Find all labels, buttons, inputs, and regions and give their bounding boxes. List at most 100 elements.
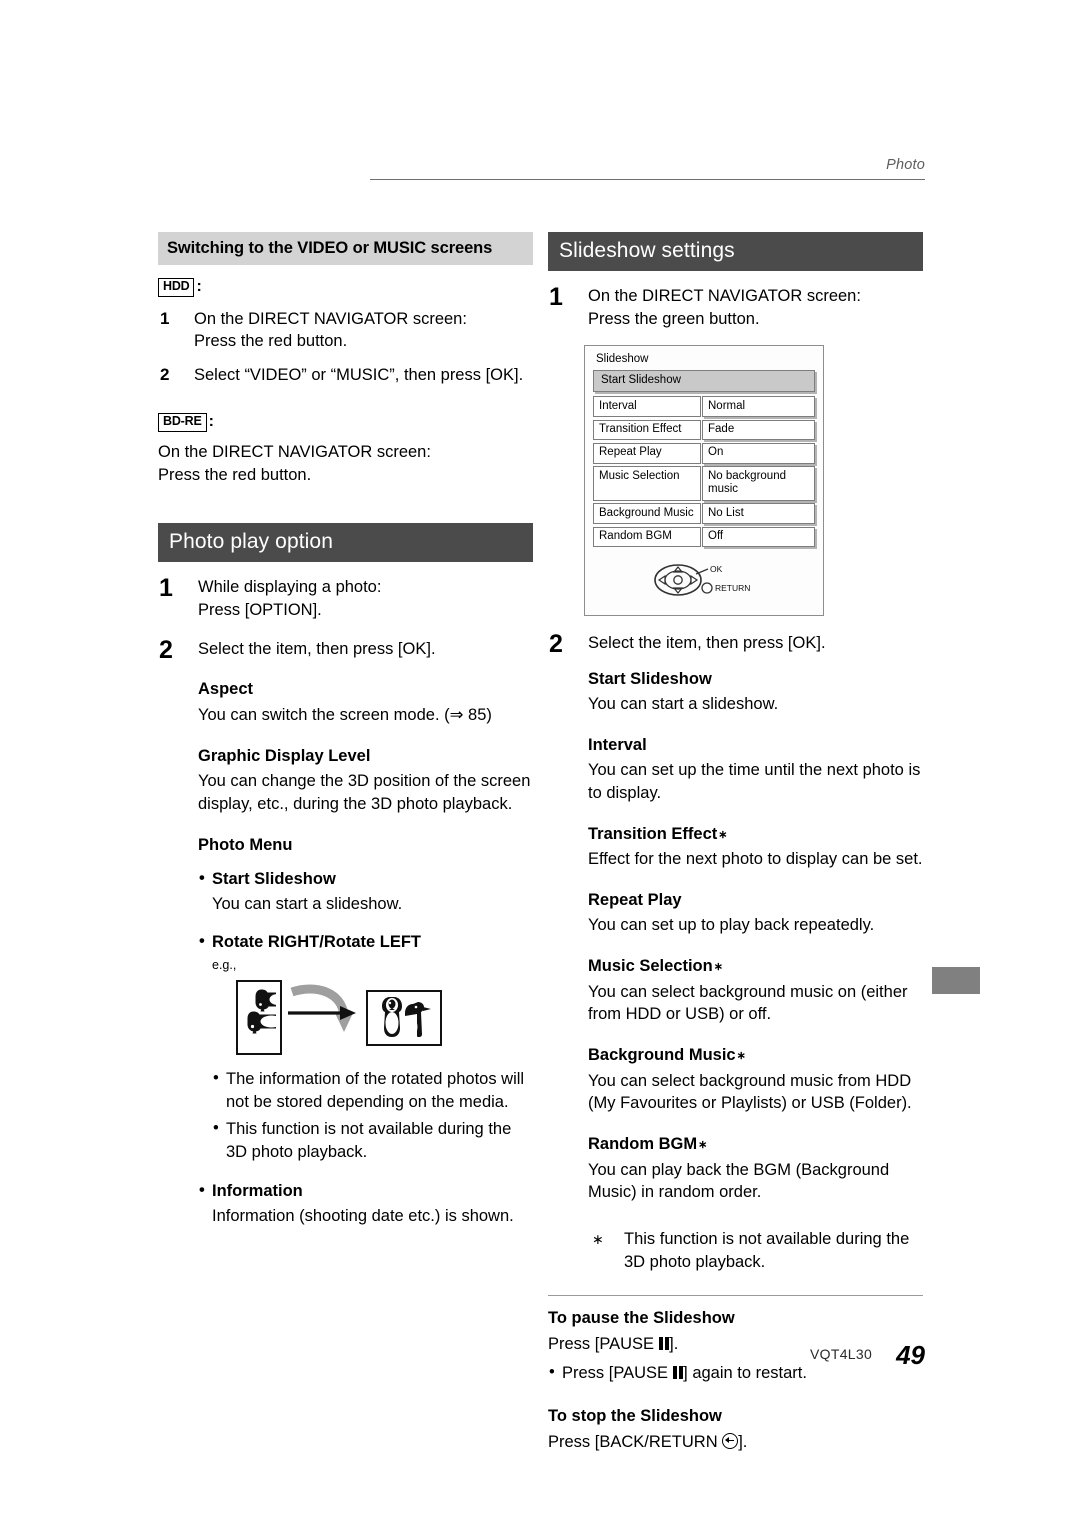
media-badge-hdd-line: HDD: xyxy=(158,277,533,297)
rotate-note-2: This function is not available during th… xyxy=(212,1117,533,1164)
osd-key: Random BGM xyxy=(593,526,701,548)
option-title-text: Interval xyxy=(588,735,647,754)
option-title-text: Music Selection xyxy=(588,957,713,976)
step-number: 2 xyxy=(159,635,173,664)
option-body-random-bgm: You can play back the BGM (Background Mu… xyxy=(588,1160,890,1202)
option-title-random-bgm: Random BGM∗ xyxy=(588,1134,923,1155)
slideshow-settings-osd: Slideshow Start Slideshow Interval Norma… xyxy=(584,344,824,616)
option-title-transition-effect: Transition Effect∗ xyxy=(588,824,923,845)
rotate-illustration xyxy=(236,980,533,1058)
stop-instruction: Press [BACK/RETURN ]. xyxy=(548,1431,923,1454)
rotate-arrow-icon xyxy=(288,984,356,1033)
photo-menu-bullet-rotate: Rotate RIGHT/Rotate LEFT e.g., xyxy=(198,930,533,1164)
asterisk-marker: ∗ xyxy=(718,828,728,841)
photo-before-rotation xyxy=(236,980,282,1056)
option-title-repeat-play: Repeat Play xyxy=(588,890,923,911)
penguin-rotated-icon xyxy=(247,989,280,1034)
step-slideshow-2: 2 Select the item, then press [OK]. xyxy=(548,630,923,658)
page-number: 49 xyxy=(896,1340,925,1370)
option-title-text: Random BGM xyxy=(588,1135,698,1154)
heading-pause-slideshow: To pause the Slideshow xyxy=(548,1308,735,1327)
footnote-text: This function is not available during th… xyxy=(624,1230,910,1271)
osd-value[interactable]: No List xyxy=(702,503,815,525)
bullet-body: You can start a slideshow. xyxy=(212,894,403,913)
osd-key: Music Selection xyxy=(593,466,701,501)
osd-row-transition-effect[interactable]: Transition Effect Fade xyxy=(593,419,815,441)
footnote: ∗ This function is not available during … xyxy=(588,1228,923,1274)
osd-row-random-bgm[interactable]: Random BGM Off xyxy=(593,526,815,548)
back-return-icon xyxy=(722,1433,739,1450)
step-photo-2: 2 Select the item, then press [OK]. xyxy=(158,636,533,664)
bdre-badge: BD-RE xyxy=(158,412,207,432)
step-number: 1 xyxy=(160,308,170,328)
step-photo-1: 1 While displaying a photo: Press [OPTIO… xyxy=(158,574,533,622)
step-text-line1: Select “VIDEO” or “MUSIC”, then press [O… xyxy=(194,366,524,385)
osd-row-background-music[interactable]: Background Music No List xyxy=(593,503,815,525)
photo-menu-bullet-information: Information Information (shooting date e… xyxy=(198,1179,533,1228)
asterisk-marker: ∗ xyxy=(713,961,723,974)
step-text-line2: Press the green button. xyxy=(588,309,760,328)
osd-value[interactable]: Fade xyxy=(702,419,815,441)
hdd-badge: HDD xyxy=(158,277,195,297)
bdre-badge-colon: : xyxy=(208,413,214,431)
step-text-line1: On the DIRECT NAVIGATOR screen: xyxy=(588,287,861,306)
bullet-title: Start Slideshow xyxy=(198,867,533,891)
osd-value[interactable]: No background music xyxy=(702,466,815,501)
left-column: Switching to the VIDEO or MUSIC screens … xyxy=(158,232,533,1228)
step-text-line2: Press [OPTION]. xyxy=(198,600,322,619)
option-title-music-selection: Music Selection∗ xyxy=(588,956,923,977)
option-body-interval: You can set up the time until the next p… xyxy=(588,761,921,803)
example-label: e.g., xyxy=(212,958,237,973)
document-code: VQT4L30 xyxy=(810,1346,873,1362)
step-number: 1 xyxy=(549,283,563,312)
osd-value[interactable]: Normal xyxy=(702,396,815,418)
step-text: Select the item, then press [OK]. xyxy=(588,633,826,652)
step-text-line1: On the DIRECT NAVIGATOR screen: xyxy=(194,309,467,328)
section-heading-slideshow-settings: Slideshow settings xyxy=(548,232,923,272)
photo-after-rotation xyxy=(366,990,442,1047)
osd-dpad-legend: OK RETURN xyxy=(593,550,815,607)
running-header-label: Photo xyxy=(886,157,925,173)
option-body-transition-effect: Effect for the next photo to display can… xyxy=(588,850,923,869)
option-body-repeat-play: You can set up to play back repeatedly. xyxy=(588,916,875,935)
penguin-upright-icon xyxy=(382,997,431,1038)
heading-stop-slideshow: To stop the Slideshow xyxy=(548,1406,722,1425)
option-body-aspect: You can switch the screen mode. (⇒ 85) xyxy=(198,705,492,724)
bullet-title: Rotate RIGHT/Rotate LEFT xyxy=(198,930,533,954)
photo-option-items: Aspect You can switch the screen mode. (… xyxy=(198,679,533,1228)
asterisk-marker: ∗ xyxy=(698,1139,708,1152)
stop-instruction-post: ]. xyxy=(738,1433,748,1452)
osd-item-start-slideshow[interactable]: Start Slideshow xyxy=(593,370,815,393)
media-badge-bdre-line: BD-RE: xyxy=(158,412,533,432)
step-number: 2 xyxy=(160,365,170,385)
rotate-note-1: The information of the rotated photos wi… xyxy=(212,1067,533,1114)
running-header: Photo xyxy=(370,156,925,180)
option-title-text: Repeat Play xyxy=(588,890,682,909)
option-title-background-music: Background Music∗ xyxy=(588,1045,923,1066)
right-column: Slideshow settings 1 On the DIRECT NAVIG… xyxy=(548,232,923,1454)
stop-instruction-pre: Press [BACK/RETURN xyxy=(548,1433,723,1452)
step-slideshow-1: 1 On the DIRECT NAVIGATOR screen: Press … xyxy=(548,283,923,331)
document-page: Photo Switching to the VIDEO or MUSIC sc… xyxy=(0,0,1080,1526)
osd-value[interactable]: Off xyxy=(702,526,815,548)
osd-value[interactable]: On xyxy=(702,442,815,464)
asterisk-marker: ∗ xyxy=(736,1050,746,1063)
section-heading-switching: Switching to the VIDEO or MUSIC screens xyxy=(158,232,533,265)
option-title-start-slideshow: Start Slideshow xyxy=(588,669,923,690)
osd-row-repeat-play[interactable]: Repeat Play On xyxy=(593,442,815,464)
photo-menu-bullet-start-slideshow: Start Slideshow You can start a slidesho… xyxy=(198,867,533,916)
osd-row-interval[interactable]: Interval Normal xyxy=(593,396,815,418)
option-body-background-music: You can select background music from HDD… xyxy=(588,1071,912,1113)
step-text-line1: While displaying a photo: xyxy=(198,578,382,597)
dpad-ok-return-icon: OK RETURN xyxy=(654,564,750,596)
osd-key: Background Music xyxy=(593,503,701,525)
step-hdd-2: 2 Select “VIDEO” or “MUSIC”, then press … xyxy=(158,364,533,387)
osd-key: Repeat Play xyxy=(593,442,701,464)
section-heading-photo-play-option: Photo play option xyxy=(158,523,533,563)
svg-text:OK: OK xyxy=(710,564,723,574)
page-footer: VQT4L30 49 xyxy=(540,1340,925,1371)
option-title-photo-menu: Photo Menu xyxy=(198,835,293,854)
osd-row-music-selection[interactable]: Music Selection No background music xyxy=(593,466,815,501)
hdd-badge-colon: : xyxy=(196,278,202,296)
bdre-instruction-line2: Press the red button. xyxy=(158,466,312,485)
